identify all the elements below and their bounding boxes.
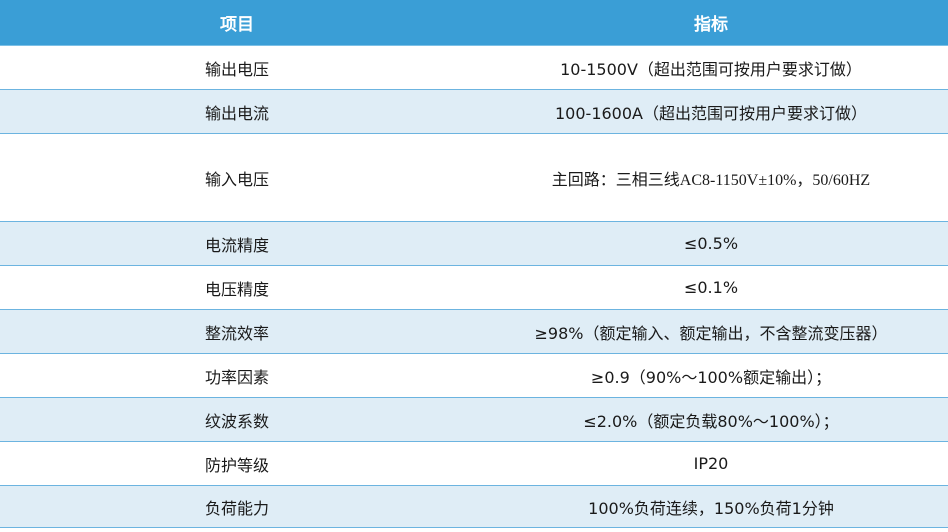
table-row: 负荷能力 100%负荷连续，150%负荷1分钟	[0, 485, 948, 528]
item-cell: 整流效率	[0, 309, 474, 354]
spec-cell: 10-1500V（超出范围可按用户要求订做）	[474, 45, 948, 90]
table-row: 输出电流 100-1600A（超出范围可按用户要求订做）	[0, 89, 948, 134]
header-item: 项目	[0, 0, 474, 46]
table-body: 输出电压 10-1500V（超出范围可按用户要求订做） 输出电流 100-160…	[0, 45, 948, 528]
spec-cell: IP20	[474, 441, 948, 486]
table-row: 整流效率 ≥98%（额定输入、额定输出，不含整流变压器）	[0, 309, 948, 354]
item-cell: 负荷能力	[0, 485, 474, 528]
item-cell: 输出电压	[0, 45, 474, 90]
item-cell: 纹波系数	[0, 397, 474, 442]
table-row: 输出电压 10-1500V（超出范围可按用户要求订做）	[0, 45, 948, 90]
item-cell: 电压精度	[0, 265, 474, 310]
spec-cell: ≥98%（额定输入、额定输出，不含整流变压器）	[474, 309, 948, 354]
table-header: 项目 指标	[0, 0, 948, 46]
item-cell: 输出电流	[0, 89, 474, 134]
table-row: 电压精度 ≤0.1%	[0, 265, 948, 310]
table-row: 输入电压 主回路：三相三线AC8-1150V±10%，50/60HZ	[0, 133, 948, 222]
spec-cell: 100-1600A（超出范围可按用户要求订做）	[474, 89, 948, 134]
item-cell: 防护等级	[0, 441, 474, 486]
item-cell: 输入电压	[0, 133, 474, 222]
spec-cell: ≥0.9（90%～100%额定输出）；	[474, 353, 948, 398]
header-spec: 指标	[474, 0, 948, 46]
spec-cell: ≤0.5%	[474, 221, 948, 266]
spec-cell: ≤0.1%	[474, 265, 948, 310]
table-row: 功率因素 ≥0.9（90%～100%额定输出）；	[0, 353, 948, 398]
spec-table: 项目 指标 输出电压 10-1500V（超出范围可按用户要求订做） 输出电流 1…	[0, 0, 948, 528]
header-row: 项目 指标	[0, 0, 948, 46]
item-cell: 功率因素	[0, 353, 474, 398]
spec-cell: 主回路：三相三线AC8-1150V±10%，50/60HZ	[474, 133, 948, 222]
spec-cell: 100%负荷连续，150%负荷1分钟	[474, 485, 948, 528]
table-row: 纹波系数 ≤2.0%（额定负载80%～100%）；	[0, 397, 948, 442]
item-cell: 电流精度	[0, 221, 474, 266]
table-row: 防护等级 IP20	[0, 441, 948, 486]
table-row: 电流精度 ≤0.5%	[0, 221, 948, 266]
spec-cell: ≤2.0%（额定负载80%～100%）；	[474, 397, 948, 442]
